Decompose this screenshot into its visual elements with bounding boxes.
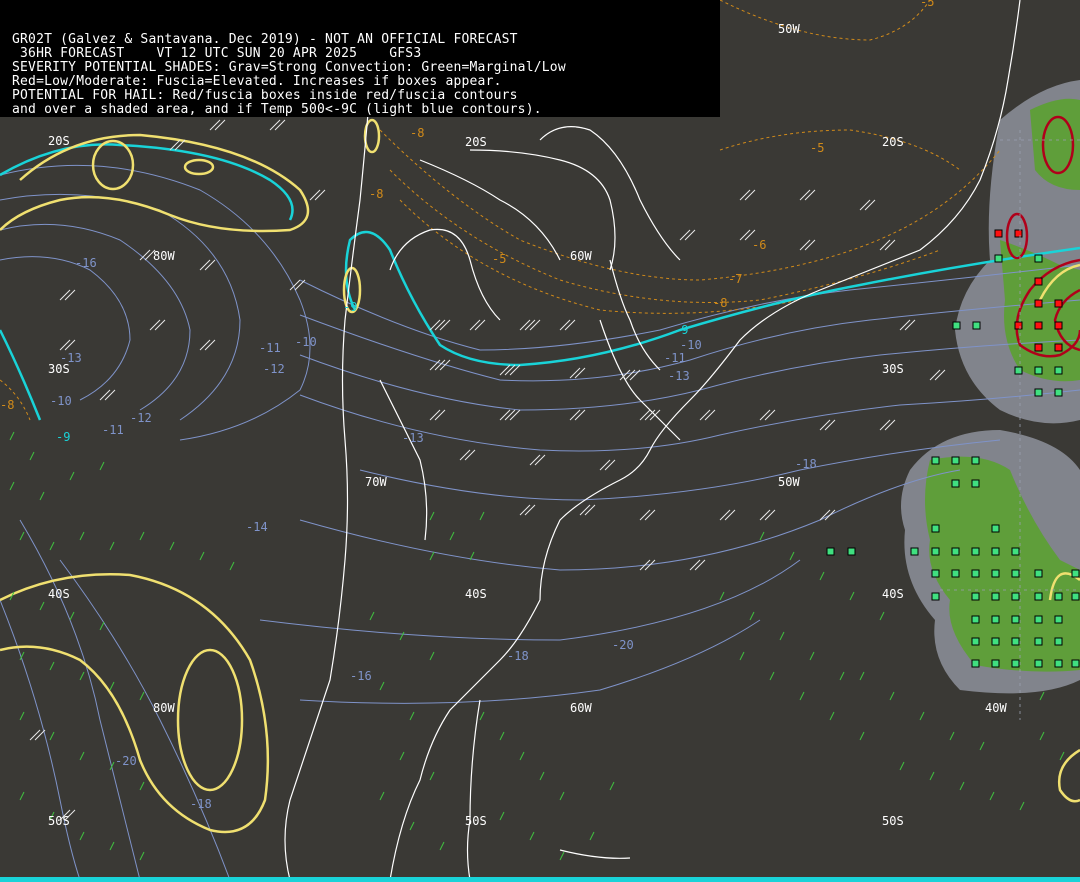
temp-label: -5 (920, 0, 934, 9)
coastlines (284, 0, 1021, 881)
header-forecast-line: 36HR FORECAST VT 12 UTC SUN 20 APR 2025 … (12, 46, 422, 61)
map-canvas: 20S 20S 20S 30S 30S 40S 40S 40S 50S 50S … (0, 0, 1080, 881)
lat-label: 40S (465, 587, 487, 601)
temp-label: -20 (115, 754, 137, 768)
temp-label: -11 (102, 423, 124, 437)
header-severity-line-2: Red=Low/Moderate: Fuscia=Elevated. Incre… (12, 74, 502, 89)
temp-label: -16 (350, 669, 372, 683)
temp-label: -16 (75, 256, 97, 270)
temp-label: -8 (410, 126, 424, 140)
temp-label: -13 (60, 351, 82, 365)
lat-label: 50S (48, 814, 70, 828)
lat-label: 20S (882, 135, 904, 149)
lat-label: 20S (48, 134, 70, 148)
temp-label: -13 (668, 369, 690, 383)
temp-label: -8 (0, 398, 14, 412)
forecast-map: 20S 20S 20S 30S 30S 40S 40S 40S 50S 50S … (0, 0, 1080, 882)
lat-label: 40S (48, 587, 70, 601)
lat-label: 50S (465, 814, 487, 828)
temp-label: -8 (369, 187, 383, 201)
temp-label: -18 (190, 797, 212, 811)
cyan-contours (0, 143, 1080, 421)
lat-label: 20S (465, 135, 487, 149)
lon-label: 50W (778, 22, 800, 36)
temp-label: -6 (752, 238, 766, 252)
bottom-border-strip (0, 877, 1080, 882)
lat-label: 30S (882, 362, 904, 376)
temp-label: -5 (810, 141, 824, 155)
header-hail-line-2: and over a shaded area, and if Temp 500<… (12, 102, 542, 117)
forecast-header: GR02T (Galvez & Santavana. Dec 2019) - N… (0, 0, 720, 117)
temp-label: -13 (402, 431, 424, 445)
lon-label: 60W (570, 701, 592, 715)
temp-label: -8 (713, 296, 727, 310)
lon-label: 40W (985, 701, 1007, 715)
lon-label: 70W (365, 475, 387, 489)
temp-label: -9 (674, 323, 688, 337)
lat-label: 40S (882, 587, 904, 601)
temp-label: -10 (50, 394, 72, 408)
temperature-labels: -5 -5 -5 -6 -7 -8 -8 -8 -9 -9 -9 -10 -10… (0, 0, 934, 811)
lon-label: 80W (153, 249, 175, 263)
lon-label: 50W (778, 475, 800, 489)
temp-label: -10 (680, 338, 702, 352)
lon-label: 60W (570, 249, 592, 263)
temp-label: -18 (795, 457, 817, 471)
lon-label: 80W (153, 701, 175, 715)
temp-label: -11 (664, 351, 686, 365)
temp-label: -14 (246, 520, 268, 534)
header-severity-line: SEVERITY POTENTIAL SHADES: Grav=Strong C… (12, 60, 566, 75)
header-hail-line: POTENTIAL FOR HAIL: Red/fuscia boxes ins… (12, 88, 518, 103)
lat-label: 50S (882, 814, 904, 828)
temp-label: -9 (56, 430, 70, 444)
temp-label: -20 (612, 638, 634, 652)
temp-label: -7 (728, 272, 742, 286)
temp-label: -10 (295, 335, 317, 349)
header-title-line: GR02T (Galvez & Santavana. Dec 2019) - N… (12, 32, 518, 47)
temp-label: -9 (343, 300, 357, 314)
temp-label: -12 (263, 362, 285, 376)
temp-label: -11 (259, 341, 281, 355)
temp-label: -5 (492, 252, 506, 266)
temp-label: -18 (507, 649, 529, 663)
temp-label: -12 (130, 411, 152, 425)
